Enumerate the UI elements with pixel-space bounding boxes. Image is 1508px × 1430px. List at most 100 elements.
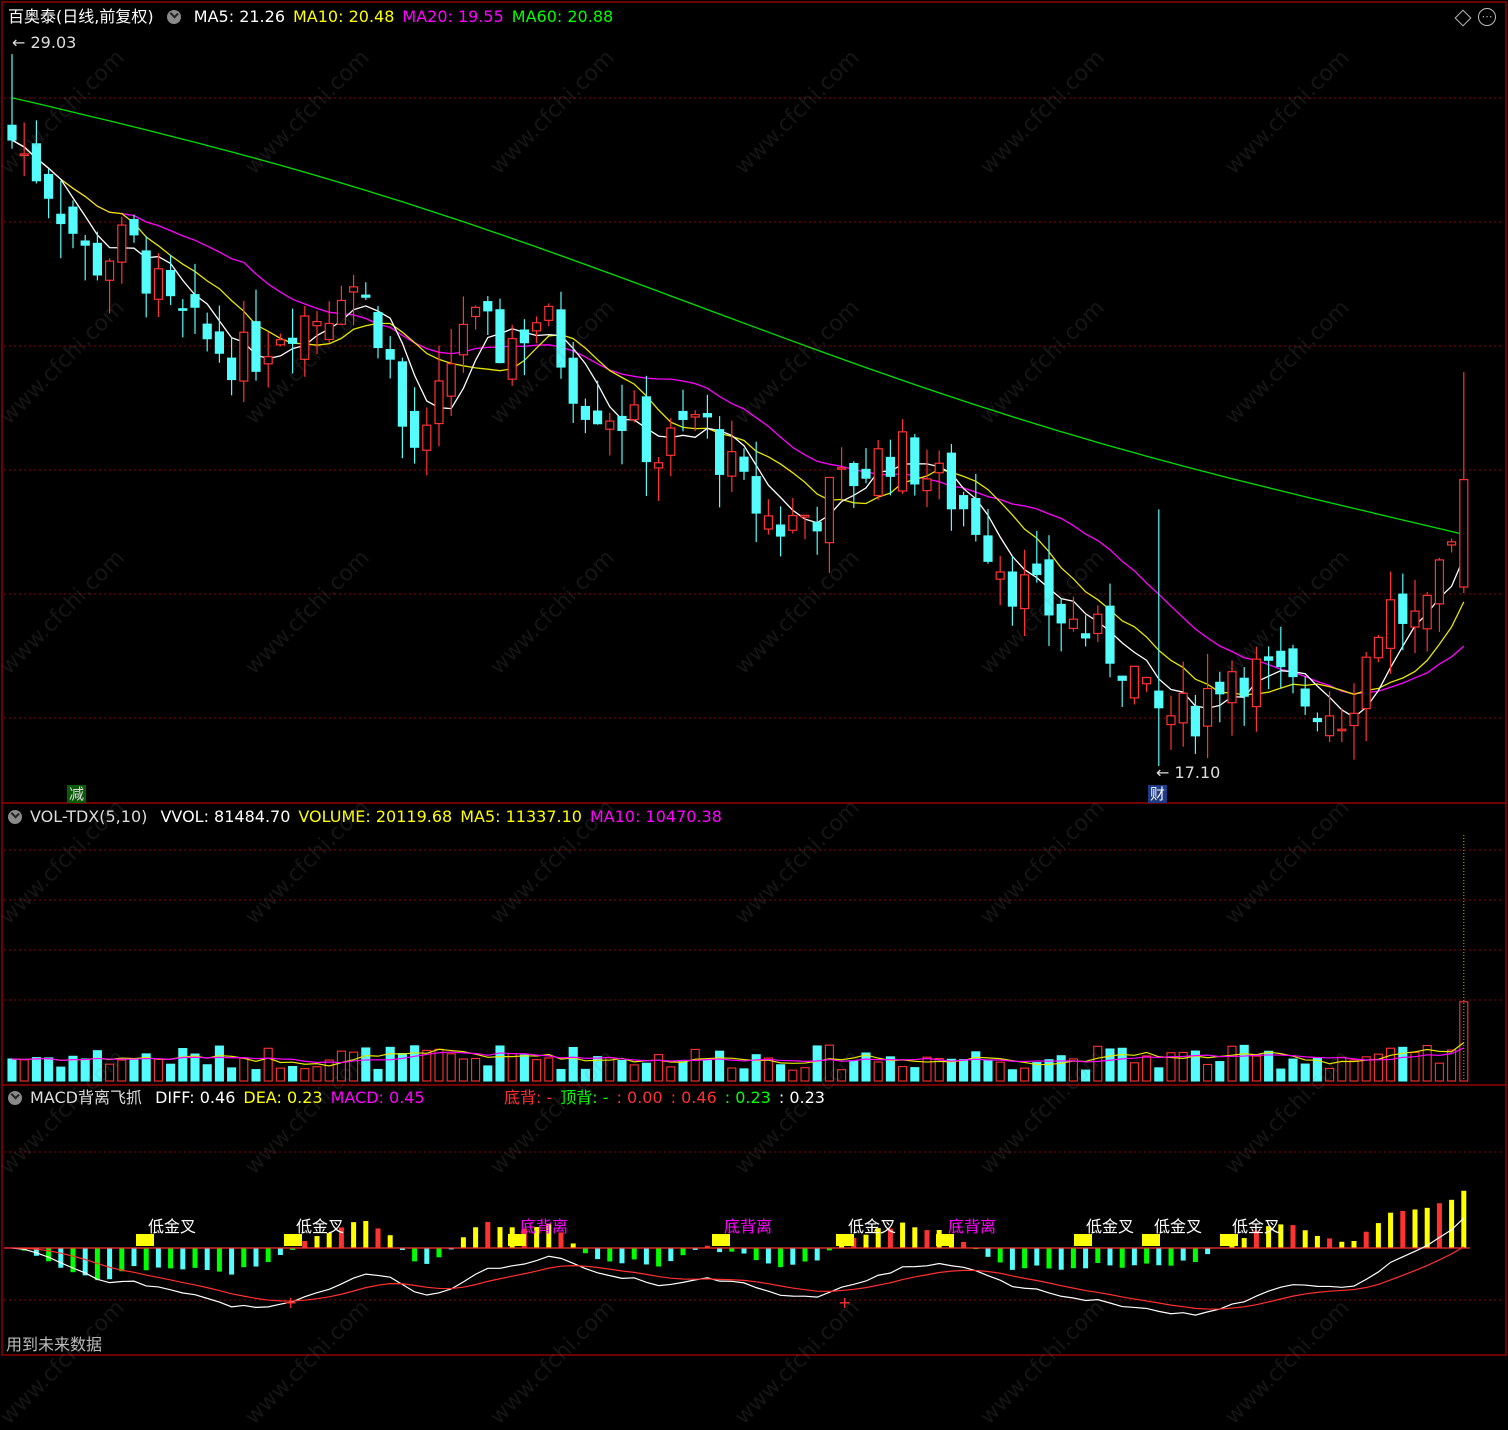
macd-bar xyxy=(58,1248,64,1268)
candle-body xyxy=(1080,633,1091,639)
volume-bar xyxy=(507,1053,517,1082)
macd-bar xyxy=(1363,1231,1369,1249)
macd-extra-3: : 0.46 xyxy=(670,1088,717,1107)
macd-bar xyxy=(265,1248,271,1263)
macd-bar xyxy=(485,1221,491,1249)
candle-body xyxy=(1349,712,1359,727)
macd-extra-0: 底背: - xyxy=(504,1088,553,1107)
macd-bar xyxy=(1241,1238,1247,1249)
volume-bar xyxy=(1068,1058,1078,1082)
candle-body xyxy=(1300,688,1310,707)
candle-body xyxy=(885,456,896,477)
jian-marker[interactable]: 减 xyxy=(67,785,87,803)
volume-bar xyxy=(1117,1047,1127,1082)
candle-body xyxy=(592,410,603,425)
candle-body xyxy=(434,380,444,425)
volume-bar xyxy=(1129,1062,1139,1082)
dropdown-icon[interactable] xyxy=(8,810,22,824)
candle-body xyxy=(1068,618,1079,630)
dropdown-icon[interactable] xyxy=(8,1091,22,1105)
candle-body xyxy=(836,467,847,470)
candle-body xyxy=(1276,650,1286,668)
macd-bar xyxy=(1192,1248,1198,1263)
volume-bar xyxy=(471,1057,481,1082)
macd-indicator-1: DEA: 0.23 xyxy=(243,1088,323,1107)
dropdown-icon[interactable] xyxy=(166,10,181,24)
candle-body xyxy=(739,456,749,472)
volume-indicator-0: VVOL: 81484.70 xyxy=(160,807,291,826)
volume-bar xyxy=(1007,1069,1017,1082)
volume-bar xyxy=(1349,1059,1359,1082)
candle-body xyxy=(1129,665,1140,699)
volume-indicator-3: MA10: 10470.38 xyxy=(589,807,722,826)
volume-bar xyxy=(1093,1045,1103,1082)
volume-indicator-2: MA5: 11337.10 xyxy=(460,807,582,826)
macd-bar xyxy=(1131,1248,1137,1266)
macd-bar xyxy=(1205,1248,1211,1255)
signal-label: 底背离 xyxy=(948,1217,997,1236)
volume-bar xyxy=(483,1065,493,1082)
volume-bar xyxy=(300,1068,310,1082)
candle-body xyxy=(495,309,505,364)
candle-body xyxy=(312,321,322,327)
signal-label: 低金叉 xyxy=(848,1217,897,1236)
volume-bar xyxy=(275,1067,285,1082)
volume-bar xyxy=(1215,1061,1225,1082)
volume-bar xyxy=(544,1057,554,1082)
candle-body xyxy=(1044,559,1054,616)
candle-body xyxy=(422,424,432,451)
volume-bar xyxy=(80,1058,90,1082)
candle-body xyxy=(80,240,90,246)
candle-body xyxy=(397,361,407,427)
macd-bar xyxy=(1388,1212,1394,1249)
macd-bar xyxy=(900,1222,906,1249)
cai-marker[interactable]: 财 xyxy=(1148,785,1168,803)
volume-bar xyxy=(1325,1067,1335,1082)
macd-bar xyxy=(241,1248,247,1268)
macd-bar xyxy=(1046,1248,1052,1269)
volume-bar xyxy=(1142,1055,1152,1082)
volume-bar xyxy=(178,1048,188,1082)
candle-body xyxy=(544,305,554,321)
volume-bar xyxy=(446,1053,456,1082)
candle-body xyxy=(861,468,871,479)
macd-extra-2: : 0.00 xyxy=(616,1088,663,1107)
macd-bar xyxy=(582,1248,588,1254)
candle-body xyxy=(1154,690,1164,709)
macd-bar xyxy=(497,1227,503,1249)
candle-body xyxy=(202,323,212,340)
volume-bar xyxy=(580,1068,590,1082)
volume-bar xyxy=(702,1059,712,1082)
candle-body xyxy=(1190,705,1201,737)
candle-body xyxy=(1032,563,1042,576)
macd-bar xyxy=(1022,1248,1028,1269)
volume-bar xyxy=(1203,1063,1213,1082)
candle-body xyxy=(849,462,859,487)
kline-chart[interactable]: + + xyxy=(0,0,1508,1357)
volume-bar xyxy=(1081,1069,1091,1082)
candle-body xyxy=(775,524,786,537)
candle-body xyxy=(641,396,652,463)
macd-bar xyxy=(314,1236,320,1249)
candle-body xyxy=(531,322,542,332)
candle-body xyxy=(178,308,188,311)
candle-body xyxy=(129,219,139,236)
volume-bar xyxy=(129,1058,139,1082)
candle-body xyxy=(1459,478,1469,588)
volume-bar xyxy=(1288,1058,1298,1082)
volume-bar xyxy=(800,1067,810,1082)
more-icon[interactable]: ⋯ xyxy=(1478,8,1496,26)
candle-body xyxy=(617,415,627,431)
macd-bar xyxy=(131,1248,137,1267)
volume-bar xyxy=(1264,1050,1274,1082)
volume-bar xyxy=(690,1048,700,1082)
macd-bar xyxy=(607,1248,613,1262)
macd-extra-5: : 0.23 xyxy=(778,1088,825,1107)
macd-extra-4: : 0.23 xyxy=(724,1088,771,1107)
volume-bar xyxy=(56,1066,66,1082)
volume-bar xyxy=(263,1047,273,1082)
candle-body xyxy=(56,213,66,225)
volume-header: VOL-TDX(5,10) VVOL: 81484.70 VOLUME: 2011… xyxy=(8,807,738,827)
candle-body xyxy=(1202,687,1213,727)
macd-bar xyxy=(1412,1209,1418,1249)
